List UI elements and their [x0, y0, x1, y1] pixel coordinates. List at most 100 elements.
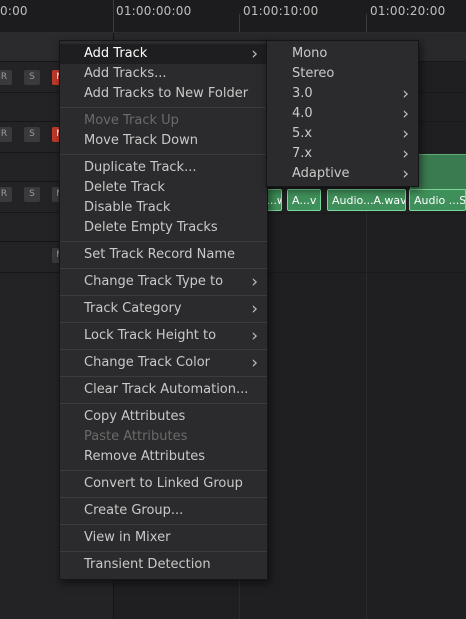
submenu-item-label: 7.x — [292, 146, 313, 161]
menu-item-label: Move Track Down — [84, 133, 198, 148]
chevron-right-icon: › — [251, 44, 258, 64]
chevron-right-icon: › — [251, 326, 258, 346]
menu-separator — [60, 295, 267, 296]
menu-item-label: Remove Attributes — [84, 449, 206, 464]
menu-separator — [60, 322, 267, 323]
menu-item-label: Disable Track — [84, 200, 171, 215]
menu-item-label: Move Track Up — [84, 113, 179, 128]
menu-item-label: Duplicate Track... — [84, 160, 197, 175]
submenu-item-3-0[interactable]: 3.0 › — [267, 84, 418, 104]
menu-item-label: Copy Attributes — [84, 409, 186, 424]
submenu-item-label: Mono — [292, 46, 328, 61]
ruler-timecode: 01:00:10:00 — [243, 4, 319, 18]
solo-button[interactable]: S — [24, 187, 40, 202]
menu-item-label: Add Track — [84, 46, 148, 61]
solo-button[interactable]: S — [24, 70, 40, 85]
menu-separator — [60, 524, 267, 525]
menu-item-create-group[interactable]: Create Group... — [60, 501, 267, 521]
menu-item-delete-empty-tracks[interactable]: Delete Empty Tracks — [60, 218, 267, 238]
menu-item-set-track-record-name[interactable]: Set Track Record Name — [60, 245, 267, 265]
submenu-item-label: Adaptive — [292, 166, 350, 181]
menu-item-label: Delete Track — [84, 180, 165, 195]
menu-separator — [60, 376, 267, 377]
menu-item-track-category[interactable]: Track Category › — [60, 299, 267, 319]
menu-item-label: Delete Empty Tracks — [84, 220, 218, 235]
ruler-timecode-left: 0:00 — [0, 4, 28, 18]
submenu-item-stereo[interactable]: Stereo — [267, 64, 418, 84]
menu-item-label: Lock Track Height to — [84, 328, 217, 343]
audio-clip[interactable]: A...v — [287, 189, 321, 211]
menu-item-label: Change Track Color — [84, 355, 210, 370]
menu-separator — [60, 403, 267, 404]
menu-item-label: View in Mixer — [84, 530, 171, 545]
timeline-ruler[interactable]: 0:00 01:00:00:00 01:00:10:00 01:00:20:00 — [0, 0, 466, 33]
chevron-right-icon: › — [251, 299, 258, 319]
audio-clip[interactable]: Audio ...SA — [409, 189, 466, 211]
chevron-right-icon: › — [402, 104, 409, 124]
chevron-right-icon: › — [402, 144, 409, 164]
menu-item-label: Track Category — [84, 301, 182, 316]
track-context-menu: Add Track › Add Tracks... Add Tracks to New… — [59, 40, 268, 580]
menu-item-disable-track[interactable]: Disable Track — [60, 198, 267, 218]
ruler-tick — [366, 14, 367, 32]
menu-item-delete-track[interactable]: Delete Track — [60, 178, 267, 198]
record-button[interactable]: R — [0, 127, 12, 142]
ruler-timecode: 01:00:00:00 — [116, 4, 192, 18]
ruler-tick — [239, 14, 240, 32]
menu-item-paste-attributes: Paste Attributes — [60, 427, 267, 447]
menu-item-label: Convert to Linked Group — [84, 476, 243, 491]
chevron-right-icon: › — [251, 353, 258, 373]
record-button[interactable]: R — [0, 187, 12, 202]
menu-item-label: Set Track Record Name — [84, 247, 236, 262]
menu-item-add-tracks[interactable]: Add Tracks... — [60, 64, 267, 84]
chevron-right-icon: › — [402, 124, 409, 144]
menu-item-change-track-color[interactable]: Change Track Color › — [60, 353, 267, 373]
ruler-divider — [113, 0, 114, 32]
menu-item-copy-attributes[interactable]: Copy Attributes — [60, 407, 267, 427]
menu-item-transient-detection[interactable]: Transient Detection — [60, 555, 267, 575]
menu-separator — [60, 107, 267, 108]
menu-item-label: Add Tracks to New Folder — [84, 86, 249, 101]
menu-item-label: Paste Attributes — [84, 429, 188, 444]
submenu-item-label: 5.x — [292, 126, 313, 141]
record-button[interactable]: R — [0, 70, 12, 85]
menu-item-lock-track-height-to[interactable]: Lock Track Height to › — [60, 326, 267, 346]
menu-item-add-track[interactable]: Add Track › — [60, 44, 267, 64]
solo-button[interactable]: S — [24, 127, 40, 142]
audio-clip[interactable]: Audio...A.wav — [327, 189, 406, 211]
submenu-item-4-0[interactable]: 4.0 › — [267, 104, 418, 124]
submenu-item-mono[interactable]: Mono — [267, 44, 418, 64]
menu-item-clear-track-automation[interactable]: Clear Track Automation... — [60, 380, 267, 400]
menu-item-add-tracks-to-new-folder[interactable]: Add Tracks to New Folder — [60, 84, 267, 104]
menu-item-label: Transient Detection — [84, 557, 211, 572]
submenu-item-5-x[interactable]: 5.x › — [267, 124, 418, 144]
submenu-item-label: 4.0 — [292, 106, 313, 121]
menu-separator — [60, 349, 267, 350]
menu-item-label: Clear Track Automation... — [84, 382, 249, 397]
submenu-item-label: Stereo — [292, 66, 335, 81]
menu-item-move-track-up: Move Track Up — [60, 111, 267, 131]
menu-item-duplicate-track[interactable]: Duplicate Track... — [60, 158, 267, 178]
menu-item-label: Add Tracks... — [84, 66, 167, 81]
add-track-submenu: Mono Stereo 3.0 › 4.0 › 5.x › 7.x › Adaptive › — [266, 40, 419, 187]
menu-separator — [60, 241, 267, 242]
menu-separator — [60, 551, 267, 552]
menu-item-label: Create Group... — [84, 503, 184, 518]
chevron-right-icon: › — [402, 84, 409, 104]
menu-item-label: Change Track Type to — [84, 274, 224, 289]
menu-item-view-in-mixer[interactable]: View in Mixer — [60, 528, 267, 548]
submenu-item-7-x[interactable]: 7.x › — [267, 144, 418, 164]
menu-separator — [60, 154, 267, 155]
ruler-timecode: 01:00:20:00 — [370, 4, 446, 18]
menu-item-change-track-type-to[interactable]: Change Track Type to › — [60, 272, 267, 292]
menu-item-move-track-down[interactable]: Move Track Down — [60, 131, 267, 151]
chevron-right-icon: › — [402, 164, 409, 184]
menu-item-convert-to-linked-group[interactable]: Convert to Linked Group — [60, 474, 267, 494]
menu-separator — [60, 470, 267, 471]
menu-item-remove-attributes[interactable]: Remove Attributes — [60, 447, 267, 467]
menu-separator — [60, 497, 267, 498]
menu-separator — [60, 268, 267, 269]
submenu-item-label: 3.0 — [292, 86, 313, 101]
submenu-item-adaptive[interactable]: Adaptive › — [267, 164, 418, 184]
chevron-right-icon: › — [251, 272, 258, 292]
